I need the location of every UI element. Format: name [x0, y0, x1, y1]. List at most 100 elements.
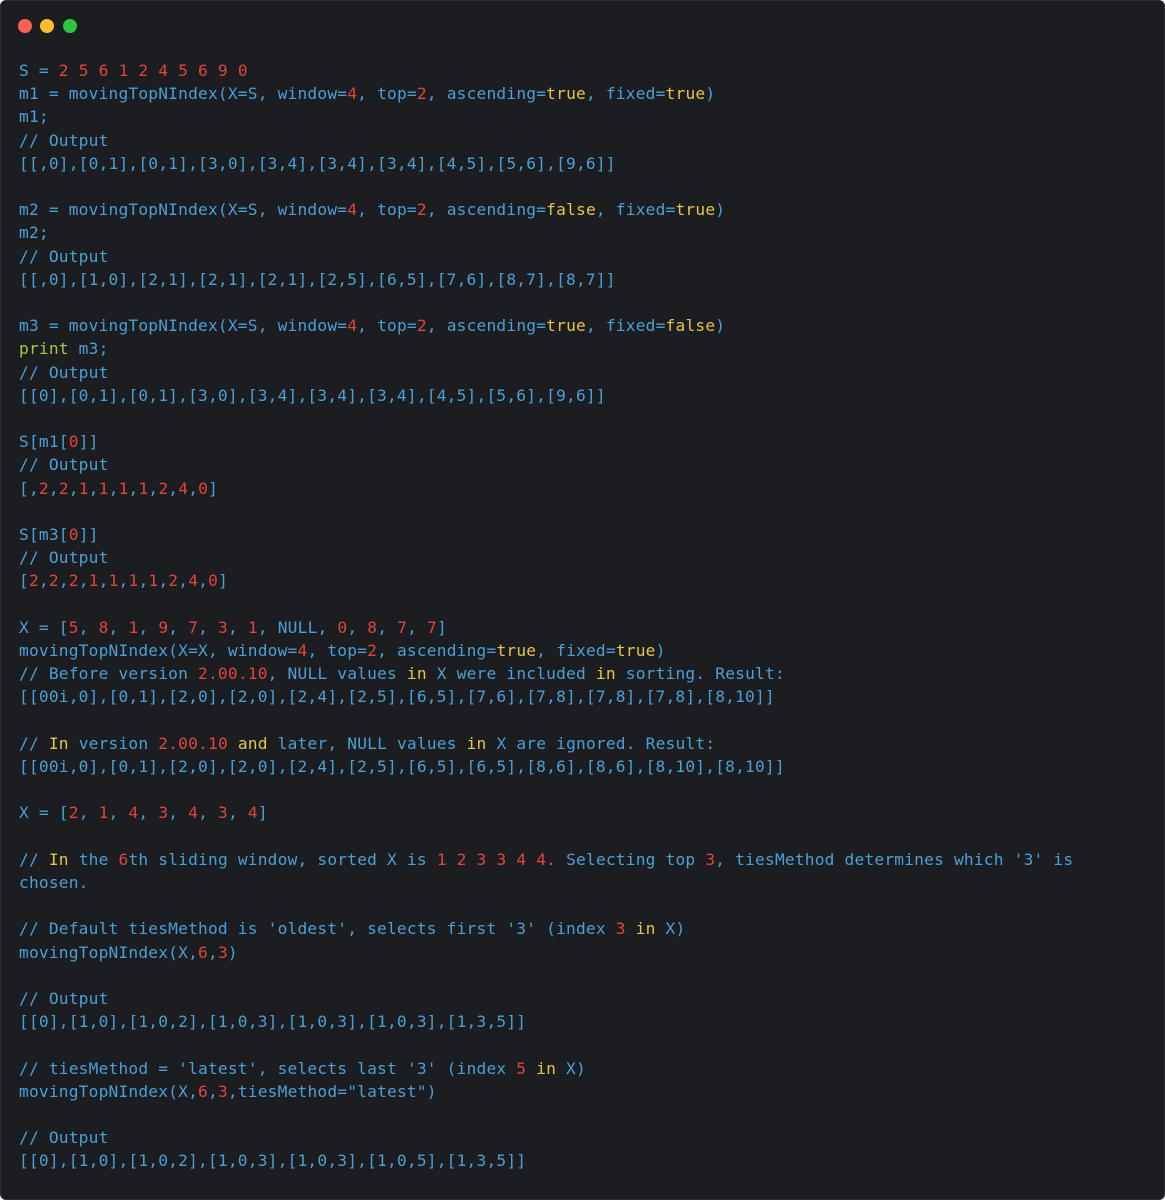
- number-token: 9: [158, 617, 169, 637]
- number-token: 6: [198, 942, 208, 962]
- number-token: 1: [247, 617, 258, 637]
- code-text: ,: [158, 571, 169, 591]
- code-text: ,tiesMethod="latest"): [227, 1081, 437, 1101]
- number-token: 5: [68, 617, 79, 637]
- code-line: [[0],[0,1],[0,1],[3,0],[3,4],[3,4],[3,4]…: [19, 384, 1149, 407]
- code-text: ]]: [78, 525, 99, 544]
- code-text: ,: [377, 617, 398, 637]
- number-token: 4: [297, 641, 308, 660]
- keyword-token: in: [595, 664, 616, 684]
- number-token: 0: [68, 432, 79, 452]
- number-token: 4: [188, 571, 199, 591]
- number-token: 2: [158, 478, 169, 498]
- code-text: ,: [227, 617, 248, 637]
- number-token: 4: [247, 803, 258, 823]
- number-token: 5: [516, 1058, 527, 1078]
- number-token: 2: [38, 478, 49, 498]
- code-text: , ascending=: [377, 641, 497, 660]
- code-text: ,: [148, 478, 159, 498]
- code-line: [[,0],[0,1],[0,1],[3,0],[3,4],[3,4],[3,4…: [19, 152, 1149, 175]
- code-text: ): [715, 200, 726, 220]
- code-text: , NULL,: [257, 617, 338, 637]
- number-token: 3: [217, 1081, 228, 1101]
- code-text: ): [705, 84, 716, 104]
- code-text: ,: [168, 617, 189, 637]
- code-text: movingTopNIndex(X,: [19, 1081, 199, 1101]
- code-line: X = [2, 1, 4, 3, 4, 3, 4]: [19, 801, 1149, 824]
- code-text: // tiesMethod = 'latest', selects last '…: [19, 1058, 517, 1078]
- number-token: 3: [615, 919, 626, 939]
- code-text: ,: [118, 571, 129, 591]
- code-text: , ascending=: [426, 84, 547, 104]
- number-token: 7: [188, 617, 199, 637]
- code-text: [,: [19, 478, 39, 498]
- code-text: //: [19, 733, 49, 753]
- number-token: 2.00.10: [198, 664, 268, 684]
- code-text: , top=: [357, 316, 417, 336]
- number-token: 6: [198, 1081, 208, 1101]
- number-token: 8: [98, 617, 109, 637]
- keyword-token: true: [615, 641, 656, 660]
- code-text: //: [19, 849, 49, 869]
- close-window-icon[interactable]: [18, 19, 32, 33]
- code-text: // Default tiesMethod is 'oldest', selec…: [19, 919, 616, 939]
- number-token: 0: [198, 478, 209, 498]
- number-token: 1: [78, 478, 89, 498]
- code-text: // Before version: [19, 664, 199, 684]
- code-line: // In the 6th sliding window, sorted X i…: [19, 848, 1149, 894]
- keyword-token: In: [48, 733, 69, 753]
- number-token: 3: [158, 803, 169, 823]
- code-text: [[0],[0,1],[0,1],[3,0],[3,4],[3,4],[3,4]…: [19, 385, 606, 405]
- number-token: 1: [108, 571, 119, 591]
- number-token: 0: [68, 525, 79, 544]
- code-line: m1;: [19, 105, 1149, 128]
- code-text: ]]: [78, 432, 99, 452]
- code-text: X = [: [19, 617, 69, 637]
- number-token: 4: [347, 200, 358, 220]
- code-text: ,: [108, 617, 129, 637]
- code-text: ,: [188, 478, 199, 498]
- code-line: m1 = movingTopNIndex(X=S, window=4, top=…: [19, 82, 1149, 105]
- code-text: S =: [19, 61, 59, 80]
- code-text: movingTopNIndex(X=X, window=: [19, 641, 298, 660]
- maximize-window-icon[interactable]: [63, 19, 77, 33]
- number-token: 3: [705, 849, 716, 869]
- code-text: movingTopNIndex(X,: [19, 942, 199, 962]
- keyword-token: false: [665, 316, 716, 336]
- code-text: ]: [436, 617, 447, 637]
- number-token: 2 5 6 1 2 4 5 6 9 0: [58, 61, 248, 80]
- code-window: S = 2 5 6 1 2 4 5 6 9 0 m1 = movingTopNIn…: [0, 0, 1165, 1200]
- keyword-token: false: [546, 200, 596, 220]
- code-text: ,: [198, 803, 219, 823]
- code-text: version: [68, 733, 159, 753]
- number-token: 3: [218, 803, 228, 823]
- code-text: ,: [78, 617, 99, 637]
- code-text: m2;: [19, 223, 49, 243]
- code-text: ,: [227, 803, 248, 823]
- number-token: 1: [88, 571, 99, 591]
- code-text: the: [68, 849, 119, 869]
- number-token: 1: [148, 571, 159, 591]
- code-text: // Output: [19, 362, 109, 382]
- minimize-window-icon[interactable]: [40, 19, 54, 33]
- code-text: ,: [108, 478, 119, 498]
- code-text: ,: [168, 803, 189, 823]
- code-text: // Output: [19, 548, 109, 568]
- number-token: 2: [367, 641, 378, 660]
- number-token: 2: [58, 478, 69, 498]
- code-line: // Default tiesMethod is 'oldest', selec…: [19, 917, 1149, 940]
- code-text: ,: [138, 617, 159, 637]
- number-token: 1: [138, 478, 149, 498]
- number-token: 1: [98, 803, 109, 823]
- code-text: ]: [218, 571, 229, 591]
- code-text: ,: [68, 478, 79, 498]
- code-text: // Output: [19, 455, 109, 475]
- code-line: // Output: [19, 129, 1149, 152]
- code-text: [[,0],[0,1],[0,1],[3,0],[3,4],[3,4],[3,4…: [19, 153, 616, 173]
- code-line: // Before version 2.00.10, NULL values i…: [19, 662, 1149, 685]
- code-block: S = 2 5 6 1 2 4 5 6 9 0 m1 = movingTopNIn…: [19, 59, 1149, 1173]
- number-token: 4: [347, 316, 358, 336]
